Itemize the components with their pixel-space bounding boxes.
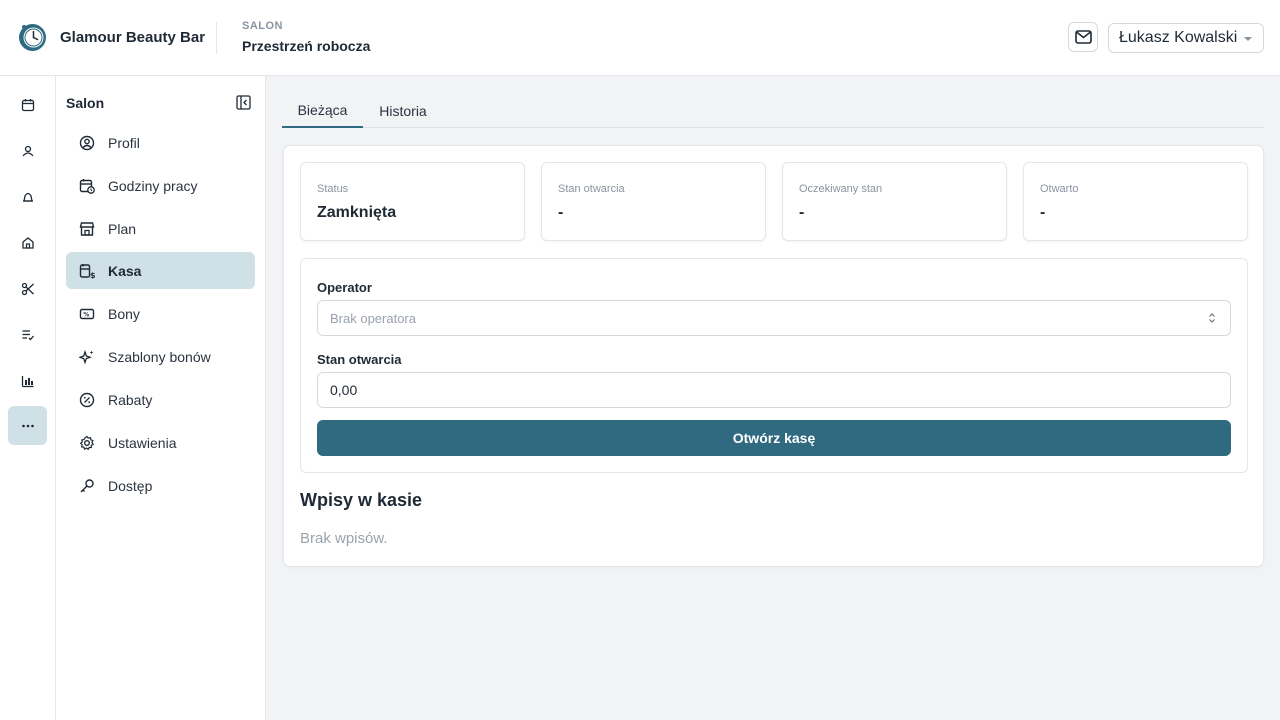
chevron-up-down-icon [1209, 313, 1215, 323]
sidebar-item-label: Ustawienia [108, 434, 177, 451]
svg-text:$: $ [90, 271, 95, 279]
stat-value: - [1040, 204, 1046, 221]
opening-balance-label: Stan otwarcia [317, 352, 402, 367]
operator-select[interactable]: Brak operatora [317, 300, 1231, 336]
sidebar-item-label: Kasa [108, 262, 142, 279]
sidebar-item-label: Dostęp [108, 477, 153, 494]
users-icon [22, 145, 33, 156]
stat-expected-balance: Oczekiwany stan - [782, 162, 1007, 241]
breadcrumb-section: SALON [242, 20, 283, 32]
header-divider [216, 22, 217, 54]
salon-sidebar: Salon Profil Godziny pracy Plan $ Kasa %… [56, 76, 266, 720]
home-icon [21, 236, 34, 249]
sidebar-item-label: Godziny pracy [108, 177, 198, 194]
checklist-icon [22, 329, 34, 340]
stat-value: Zamknięta [317, 204, 397, 221]
svg-text:%: % [83, 311, 89, 318]
calendar-icon [21, 98, 34, 111]
rail-services[interactable] [8, 269, 47, 308]
top-bar: Glamour Beauty Bar SALON Przestrzeń robo… [0, 0, 1280, 76]
messages-button[interactable] [1068, 22, 1098, 52]
tab-biezaca[interactable]: Bieżąca [282, 94, 363, 128]
bar-chart-icon [21, 375, 33, 387]
operator-placeholder: Brak operatora [330, 310, 416, 326]
register-card: Status Zamknięta Stan otwarcia - Oczekiw… [283, 145, 1264, 567]
stat-value: - [558, 204, 564, 221]
sidebar-item-ustawienia[interactable]: Ustawienia [66, 424, 255, 461]
rail-calendar[interactable] [8, 85, 47, 124]
sidebar-item-kasa[interactable]: $ Kasa [66, 252, 255, 289]
user-menu-button[interactable]: Łukasz Kowalski [1108, 23, 1264, 53]
sidebar-item-label: Rabaty [108, 391, 153, 408]
entries-empty-text: Brak wpisów. [300, 530, 388, 547]
chevron-down-icon [1244, 37, 1252, 41]
user-circle-icon [79, 135, 95, 150]
sidebar-item-label: Bony [108, 305, 140, 322]
rail-salon[interactable] [8, 223, 47, 262]
stat-opening-balance: Stan otwarcia - [541, 162, 766, 241]
stat-opened-at: Otwarto - [1023, 162, 1248, 241]
gear-icon [80, 435, 94, 450]
sidebar-item-plan[interactable]: Plan [66, 210, 255, 247]
operator-label: Operator [317, 280, 372, 295]
mail-icon [1074, 30, 1092, 44]
rail-clients[interactable] [8, 131, 47, 170]
sidebar-item-dostep[interactable]: Dostęp [66, 467, 255, 504]
stat-label: Status [317, 183, 349, 195]
stat-label: Otwarto [1040, 183, 1079, 195]
sidebar-item-label: Plan [108, 220, 137, 237]
entries-heading: Wpisy w kasie [300, 490, 423, 510]
voucher-icon: % [79, 308, 95, 319]
key-icon [80, 478, 94, 492]
opening-balance-input[interactable] [317, 372, 1231, 408]
rail-notifications[interactable] [8, 177, 47, 216]
sidebar-item-rabaty[interactable]: Rabaty [66, 381, 255, 418]
discount-icon [79, 392, 95, 407]
open-register-button[interactable]: Otwórz kasę [317, 420, 1231, 456]
tab-historia[interactable]: Historia [370, 94, 436, 128]
rail-reports[interactable] [8, 361, 47, 400]
stat-label: Oczekiwany stan [799, 183, 883, 195]
sidebar-item-szablony-bonow[interactable]: Szablony bonów [66, 338, 255, 375]
rail-more[interactable] [8, 406, 47, 445]
sidebar-item-bony[interactable]: % Bony [66, 295, 255, 332]
stat-status: Status Zamknięta [300, 162, 525, 241]
brand-name: Glamour Beauty Bar [60, 29, 206, 46]
rail-tasks[interactable] [8, 315, 47, 354]
cash-register-icon: $ [79, 263, 95, 279]
scissors-icon [21, 282, 34, 295]
open-register-form: Operator Brak operatora Stan otwarcia Ot… [300, 258, 1248, 473]
sparkles-icon [79, 349, 94, 365]
sidebar-collapse-icon[interactable] [236, 95, 251, 110]
store-icon [79, 221, 95, 236]
bell-icon [22, 192, 33, 202]
stat-label: Stan otwarcia [558, 183, 625, 195]
sidebar-item-label: Profil [108, 134, 140, 151]
sidebar-item-label: Szablony bonów [108, 348, 211, 365]
sidebar-item-profil[interactable]: Profil [66, 124, 255, 161]
more-icon [21, 424, 34, 427]
sidebar-item-godziny-pracy[interactable]: Godziny pracy [66, 167, 255, 204]
clock-logo-icon [19, 24, 46, 51]
calendar-clock-icon [79, 178, 95, 194]
stat-value: - [799, 204, 805, 221]
sidebar-title: Salon [66, 95, 105, 111]
icon-rail [0, 76, 56, 720]
register-tabs: Bieżąca Historia [282, 94, 1264, 128]
page-title: Przestrzeń robocza [242, 38, 371, 54]
user-name: Łukasz Kowalski [1119, 29, 1238, 46]
